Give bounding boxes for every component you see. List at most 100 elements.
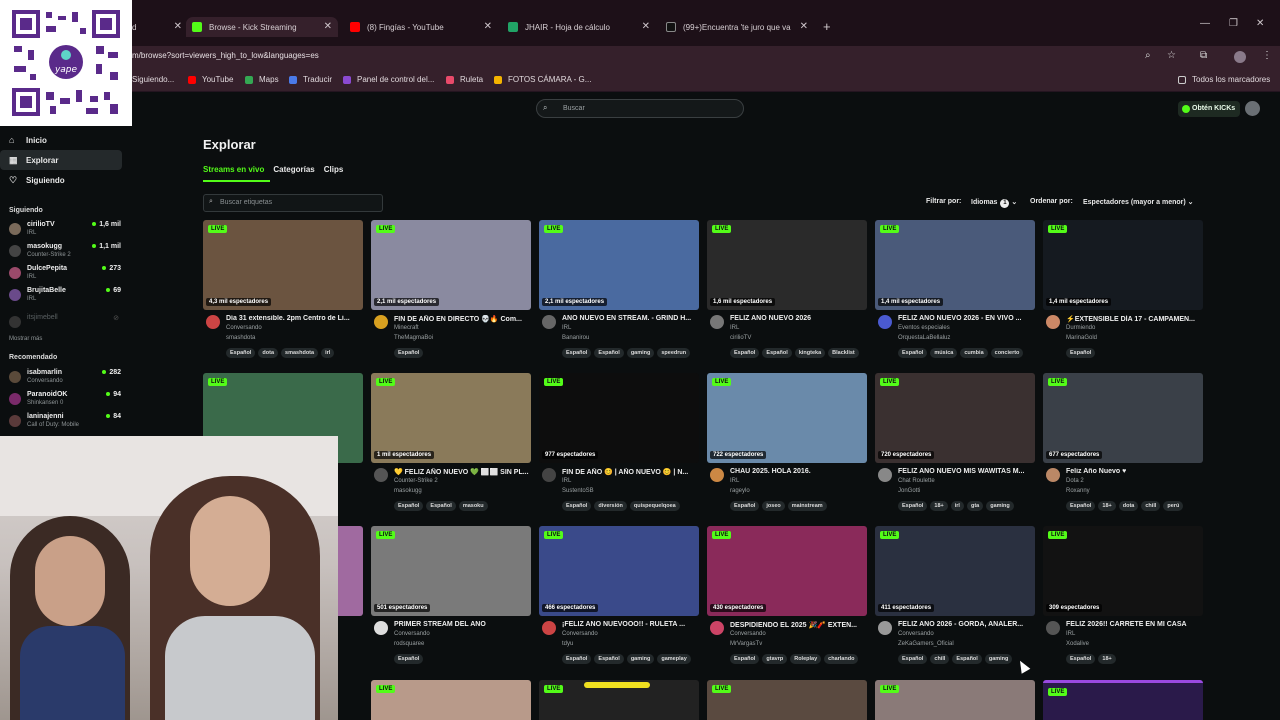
tag-chip[interactable]: Español [594,654,624,664]
sidebar-channel[interactable]: isabmarlin Conversando 282 [9,368,121,388]
stream-title[interactable]: FIN DE AÑO 😊 | AÑO NUEVO 😊 | N... [562,468,698,476]
tag-chip[interactable]: chill [930,654,950,664]
channel-name[interactable]: rodsquaree [394,641,424,647]
menu-icon[interactable]: ⋮ [1262,50,1272,61]
tag-chip[interactable]: Español [730,348,760,358]
stream-card[interactable]: LIVE 977 espectadores FIN DE AÑO 😊 | AÑO N… [539,373,699,523]
bookmark-item[interactable]: YouTube [188,75,233,84]
stream-thumbnail[interactable]: LIVE 430 espectadores [707,526,867,616]
stream-card[interactable]: LIVE 1,4 mil espectadores ⚡EXTENSIBLE DÍA … [1043,220,1203,370]
language-filter-dropdown[interactable]: Idiomas 1 ⌄ [971,198,1017,208]
avatar[interactable] [1046,621,1060,635]
extensions-icon[interactable]: ⧉ [1200,50,1207,61]
tag-chip[interactable]: Español [730,501,760,511]
avatar[interactable] [710,621,724,635]
channel-name[interactable]: OrquestaLaBellaluz [898,335,950,341]
stream-thumbnail[interactable]: LIVE [707,680,867,720]
stream-category[interactable]: Counter-Strike 2 [394,478,438,484]
tag-chip[interactable]: dota [1118,501,1139,511]
stream-thumbnail[interactable]: LIVE 411 espectadores [875,526,1035,616]
tag-chip[interactable]: diversión [594,501,627,511]
tag-chip[interactable]: 18+ [1098,501,1116,511]
stream-thumbnail[interactable]: LIVE 4,3 mil espectadores [203,220,363,310]
stream-category[interactable]: Eventos especiales [898,325,950,331]
show-more-link[interactable]: Mostrar más [9,336,42,342]
stream-card[interactable]: LIVE 2,1 mil espectadores FIN DE AÑO EN DI… [371,220,531,370]
tag-chip[interactable]: Español [394,348,424,358]
stream-title[interactable]: FELIZ AÑO 2026 - GORDA, ANALER... [898,621,1034,628]
stream-title[interactable]: PRIMER STREAM DEL AÑO [394,621,530,628]
avatar[interactable] [542,468,556,482]
profile-icon[interactable] [1234,51,1246,63]
stream-card[interactable]: LIVE 722 espectadores CHAU 2025. HOLA 2016… [707,373,867,523]
tag-chip[interactable]: Español [898,654,928,664]
channel-name[interactable]: Bananirou [562,335,589,341]
tag-chip[interactable]: cumbia [960,348,988,358]
tag-chip[interactable]: Español [952,654,982,664]
tag-chip[interactable]: concierto [990,348,1024,358]
stream-category[interactable]: Conversando [898,631,934,637]
sidebar-channel[interactable]: BrujitaBelle IRL 69 [9,286,121,306]
tab-clips[interactable]: Clips [324,165,344,174]
bookmark-item[interactable]: Siguiendo... [132,75,174,84]
tag-chip[interactable]: 18+ [1098,654,1116,664]
close-icon[interactable]: ✕ [484,21,492,32]
stream-title[interactable]: CHAU 2025. HOLA 2016. [730,468,866,475]
tag-chip[interactable]: gaming [626,348,655,358]
stream-category[interactable]: IRL [730,325,739,331]
stream-thumbnail[interactable]: LIVE [539,680,699,720]
close-window-icon[interactable]: ✕ [1256,18,1264,29]
tag-chip[interactable]: charlando [824,654,859,664]
tag-chip[interactable]: Español [898,501,928,511]
stream-card[interactable]: LIVE 677 espectadores Feliz Año Nuevo ♥ Dot… [1043,373,1203,523]
channel-name[interactable]: Xodalive [1066,641,1089,647]
tag-chip[interactable]: Español [762,348,792,358]
tag-chip[interactable]: joseo [762,501,785,511]
tab-tiktok[interactable]: (99+)Encuentra 'te juro que va ✕ [666,17,812,37]
stream-title[interactable]: FELIZ AÑO NUEVO 2026 - EN VIVO ... [898,315,1034,322]
stream-category[interactable]: Conversando [730,631,766,637]
tab-partial[interactable]: d ✕ [132,17,182,37]
channel-name[interactable]: tdyu [562,641,573,647]
tab-youtube[interactable]: (8) Fingías - YouTube ✕ [350,17,496,37]
sort-dropdown[interactable]: Espectadores (mayor a menor) ⌄ [1083,198,1194,206]
stream-category[interactable]: IRL [1066,631,1075,637]
bookmark-item[interactable]: FOTOS CÁMARA - G... [494,75,591,84]
stream-thumbnail[interactable]: LIVE [1043,680,1203,720]
channel-name[interactable]: JonGotti [898,488,920,494]
avatar[interactable] [878,315,892,329]
url-text[interactable]: m/browse?sort=viewers_high_to_low&langua… [132,51,319,60]
stream-thumbnail[interactable]: LIVE [371,680,531,720]
stream-thumbnail[interactable]: LIVE 2,1 mil espectadores [371,220,531,310]
stream-category[interactable]: Chat Roulette [898,478,935,484]
tag-chip[interactable]: Español [730,654,760,664]
avatar[interactable] [374,315,388,329]
channel-name[interactable]: MrVargasTv [730,641,762,647]
stream-thumbnail[interactable]: LIVE 720 espectadores [875,373,1035,463]
tag-chip[interactable]: Español [394,654,424,664]
tag-chip[interactable]: dota [258,348,279,358]
stream-category[interactable]: Minecraft [394,325,419,331]
channel-name[interactable]: SustentoSB [562,488,594,494]
bookmark-item[interactable]: Panel de control del... [343,75,434,84]
stream-title[interactable]: FELIZ 2026!! CARRETE EN MI CASA [1066,621,1202,628]
channel-name[interactable]: MarinaGold [1066,335,1097,341]
stream-title[interactable]: FIN DE AÑO EN DIRECTO 💀🔥 Com... [394,315,530,323]
stream-thumbnail[interactable]: LIVE 1,4 mil espectadores [875,220,1035,310]
stream-thumbnail[interactable]: LIVE 466 espectadores [539,526,699,616]
tag-chip[interactable]: mainstream [787,501,827,511]
stream-card[interactable]: LIVE 1,6 mil espectadores FELIZ AÑO NUEVO … [707,220,867,370]
tag-chip[interactable]: 18+ [930,501,948,511]
tag-chip[interactable]: Español [1066,348,1096,358]
tag-chip[interactable]: gaming [626,654,655,664]
stream-card[interactable]: LIVE 309 espectadores FELIZ 2026!! CARRETE… [1043,526,1203,676]
stream-thumbnail[interactable]: LIVE 1,4 mil espectadores [1043,220,1203,310]
stream-card[interactable]: LIVE 466 espectadores ¡FELIZ AÑO NUEVOOO!!… [539,526,699,676]
avatar[interactable] [878,468,892,482]
tag-chip[interactable]: masoku [458,501,488,511]
stream-title[interactable]: DESPIDIENDO EL 2025 🎉🧨 EXTEN... [730,621,866,629]
sidebar-channel[interactable]: ParanoidOK Shinkansen 0 94 [9,390,121,410]
bookmark-item[interactable]: Ruleta [446,75,483,84]
tag-chip[interactable]: speedrun [657,348,691,358]
stream-thumbnail[interactable]: LIVE [875,680,1035,720]
